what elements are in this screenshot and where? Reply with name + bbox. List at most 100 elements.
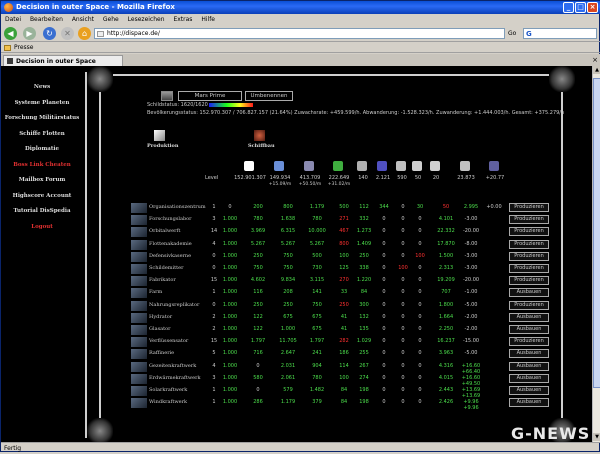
maximize-button[interactable]: □ — [575, 2, 586, 13]
close-tab-icon[interactable]: × — [592, 55, 598, 65]
building-cost-3: 675 — [312, 313, 322, 320]
resource-icon-1 — [274, 161, 284, 171]
sidebar-item-mailbox[interactable]: Mailbox Forum — [1, 177, 83, 184]
menu-lesezeichen[interactable]: Lesezeichen — [128, 16, 165, 23]
back-icon[interactable]: ◀ — [4, 27, 17, 40]
build-button[interactable]: Produzieren — [509, 227, 549, 237]
tab-decision[interactable]: Decision in outer Space — [3, 55, 123, 66]
tab-label: Decision in outer Space — [16, 58, 96, 65]
table-row: Verflüssensator 15 1.000 1.797 11.705 1.797 28… — [131, 336, 551, 348]
bookmark-presse[interactable]: Presse — [14, 44, 33, 51]
building-name[interactable]: Orbitalwerft — [149, 228, 180, 234]
building-cost-3: 500 — [312, 252, 322, 259]
sidebar-item-news[interactable]: News — [1, 84, 83, 91]
address-bar[interactable]: http://dispace.de/ — [94, 28, 505, 39]
table-row: Flottenakademie 4 1.000 5.267 5.267 5.267 800 1… — [131, 239, 551, 251]
scroll-up-icon[interactable]: ▲ — [593, 66, 600, 74]
build-button[interactable]: Produzieren — [509, 239, 549, 249]
search-box[interactable]: G — [523, 28, 597, 39]
building-name[interactable]: Windkraftwerk — [149, 399, 187, 405]
table-row: Fabrikator 15 1.000 4.602 9.834 3.115 270 1.220… — [131, 275, 551, 287]
menu-ansicht[interactable]: Ansicht — [72, 16, 94, 23]
building-cost-9: 2.426 — [438, 399, 454, 406]
building-name[interactable]: Gezeitenkraftwerk — [149, 363, 196, 369]
build-button[interactable]: Produzieren — [509, 251, 549, 261]
window-title: Decision in outer Space - Mozilla Firefo… — [16, 3, 175, 11]
building-name[interactable]: Schildemitter — [149, 265, 184, 271]
build-button[interactable]: Ausbauen — [509, 325, 549, 334]
sidebar-item-tutorial[interactable]: Tutorial DisSpedia — [1, 208, 83, 215]
resource-icon-4 — [357, 161, 367, 171]
building-name[interactable]: Forschungslabor — [149, 216, 192, 222]
build-button[interactable]: Ausbauen — [509, 398, 549, 408]
shipyard-link[interactable]: Schiffbau — [248, 143, 275, 149]
building-name[interactable]: Organisationszentrum — [149, 204, 206, 210]
build-button[interactable]: Ausbauen — [509, 361, 549, 371]
go-button[interactable]: Go — [508, 28, 516, 39]
build-button[interactable]: Ausbauen — [509, 288, 549, 298]
building-name[interactable]: Nahrungsreplikator — [149, 302, 199, 308]
vertical-scrollbar[interactable]: ▲ ▼ — [592, 66, 600, 442]
build-button[interactable]: Produzieren — [509, 337, 549, 347]
building-name[interactable]: Glasator — [149, 326, 171, 332]
scroll-down-icon[interactable]: ▼ — [593, 433, 600, 441]
building-name[interactable]: Farm — [149, 289, 162, 295]
shield-bar — [209, 103, 253, 107]
sidebar-item-systeme[interactable]: Systeme Planeten — [1, 100, 83, 107]
build-button[interactable]: Produzieren — [509, 264, 549, 273]
corner-ornament-bottom-left — [87, 418, 113, 442]
production-link[interactable]: Produktion — [147, 143, 179, 149]
build-button[interactable]: Ausbauen — [509, 349, 549, 359]
building-cost-1: 286 — [253, 399, 263, 406]
sidebar-item-bosslink[interactable]: Boss Link Cheaten — [1, 162, 83, 169]
building-cost-8: 100 — [415, 252, 425, 259]
build-button[interactable]: Ausbauen — [509, 373, 549, 383]
production-icon[interactable] — [154, 130, 165, 141]
building-name[interactable]: Verflüssensator — [149, 338, 188, 344]
home-icon[interactable]: ⌂ — [78, 27, 91, 40]
menu-datei[interactable]: Datei — [5, 16, 21, 23]
firefox-icon — [4, 3, 13, 12]
stop-icon[interactable]: ✕ — [61, 27, 74, 40]
shipyard-icon[interactable] — [254, 130, 265, 141]
building-name[interactable]: Fabrikator — [149, 277, 176, 283]
building-cost-9: 2.250 — [438, 326, 454, 332]
sidebar-item-schiffe[interactable]: Schiffe Flotten — [1, 131, 83, 138]
sidebar-item-highscore[interactable]: Highscore Account — [1, 193, 83, 200]
planet-name-field[interactable]: Mars Prime — [178, 91, 242, 101]
building-name[interactable]: Erdwärmekraftwerk — [149, 375, 201, 381]
resource-value-10: +20.77 — [485, 175, 505, 181]
building-cost-2: 675 — [283, 313, 293, 320]
build-button[interactable]: Produzieren — [509, 215, 549, 225]
building-cost-3: 379 — [312, 399, 322, 406]
minimize-button[interactable]: _ — [563, 2, 574, 13]
menu-gehe[interactable]: Gehe — [103, 16, 119, 23]
building-name[interactable]: Raffinerie — [149, 350, 174, 356]
menu-hilfe[interactable]: Hilfe — [201, 16, 215, 23]
forward-icon[interactable]: ▶ — [23, 27, 36, 40]
page-content: News Systeme Planeten Forschung Militärs… — [1, 66, 592, 442]
build-button[interactable]: Produzieren — [509, 276, 549, 286]
building-cost-8: 0 — [418, 350, 422, 357]
building-name[interactable]: Defensivkaserne — [149, 253, 191, 259]
menu-bearbeiten[interactable]: Bearbeiten — [30, 16, 63, 23]
sidebar-item-diplomatie[interactable]: Diplomatie — [1, 146, 83, 153]
reload-icon[interactable]: ↻ — [43, 27, 56, 40]
build-button[interactable]: Produzieren — [509, 300, 549, 310]
building-name[interactable]: Hydrator — [149, 314, 172, 320]
build-button[interactable]: Ausbauen — [509, 386, 549, 395]
sidebar-item-forschung[interactable]: Forschung Militärstatus — [1, 115, 83, 122]
resource-icon-10 — [489, 161, 499, 171]
rename-button[interactable]: Umbenennen — [245, 91, 293, 101]
build-button[interactable]: Ausbauen — [509, 312, 549, 322]
build-button[interactable]: Produzieren — [509, 203, 549, 212]
tab-bar: Decision in outer Space × — [1, 54, 600, 66]
building-cost-3: 1.482 — [309, 387, 325, 393]
building-thumbnail — [131, 312, 147, 323]
building-name[interactable]: Solarkraftwerk — [149, 387, 187, 393]
scroll-thumb[interactable] — [593, 78, 600, 388]
menu-extras[interactable]: Extras — [173, 16, 192, 23]
building-name[interactable]: Flottenakademie — [149, 241, 192, 247]
close-button[interactable]: × — [587, 2, 598, 13]
sidebar-item-logout[interactable]: Logout — [1, 224, 83, 231]
